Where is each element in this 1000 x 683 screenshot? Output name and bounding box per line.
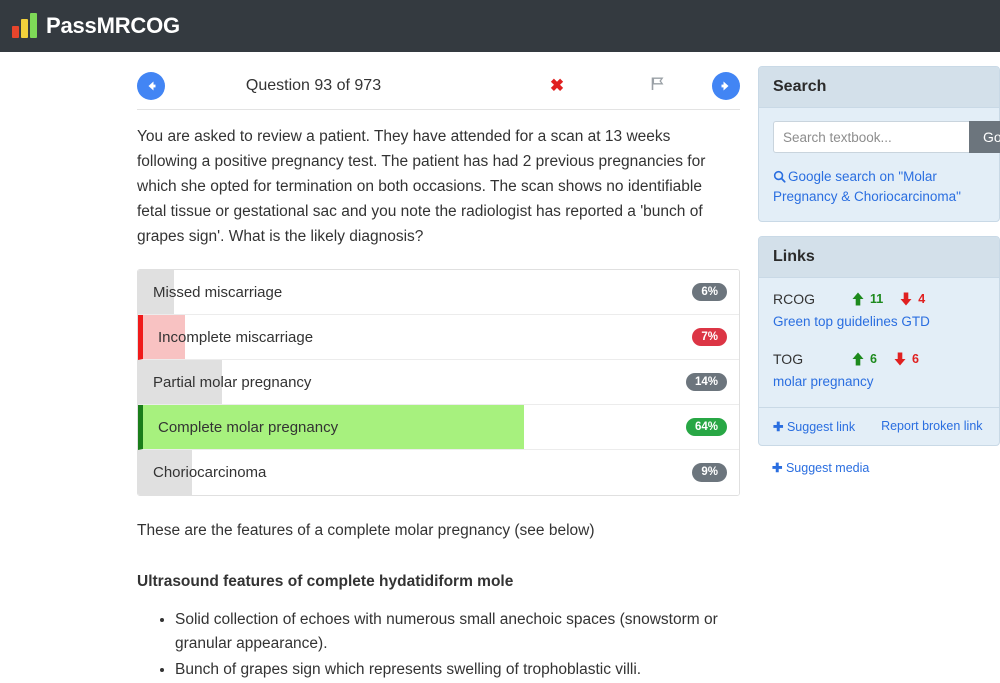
arrow-circle-right-icon: [721, 81, 729, 90]
links-panel-title: Links: [759, 237, 999, 278]
upvote-control[interactable]: 6: [851, 351, 877, 367]
answer-option-label: Complete molar pregnancy: [158, 418, 339, 436]
sidebar: Search Go Google search on "Molar Pregna…: [758, 52, 1000, 475]
link-source-row: TOG 6 6: [773, 351, 985, 367]
next-question-button[interactable]: [712, 71, 740, 100]
page-title: Question 93 of 973: [245, 76, 382, 94]
top-navbar: PassMRCOG: [0, 0, 1000, 52]
answer-option-neutral[interactable]: Missed miscarriage 6%: [138, 270, 739, 315]
search-panel-title: Search: [759, 67, 999, 108]
arrow-up-icon: [852, 292, 864, 306]
answer-option-percent-badge: 7%: [692, 327, 727, 347]
answer-option-correct[interactable]: Complete molar pregnancy 64%: [138, 405, 739, 450]
answer-option-percent-badge: 6%: [692, 282, 727, 302]
incorrect-cross-icon[interactable]: ✖: [512, 76, 602, 96]
answer-option-label: Choriocarcinoma: [153, 464, 267, 481]
bar-chart-logo-icon: [12, 13, 37, 38]
resource-link[interactable]: Green top guidelines GTD: [773, 314, 985, 329]
flag-outline-icon[interactable]: [602, 75, 712, 97]
explanation-heading: Ultrasound features of complete hydatidi…: [137, 573, 514, 590]
brand-name: PassMRCOG: [46, 13, 180, 38]
question-column: Question 93 of 973 ✖ You are asked to re…: [0, 52, 758, 683]
links-panel-body: RCOG 11 4 Green top guidelines GTD TOG 6 6 mola…: [759, 278, 999, 407]
search-go-button[interactable]: Go: [969, 121, 1000, 153]
link-source-label: TOG: [773, 351, 804, 367]
downvote-count: 6: [911, 352, 919, 366]
question-stem: You are asked to review a patient. They …: [137, 128, 706, 245]
answer-option-percent-badge: 64%: [685, 417, 727, 437]
explanation-bullet: Solid collection of echoes with numerous…: [175, 608, 740, 656]
arrow-up-icon: [852, 352, 864, 366]
explanation-section: These are the features of a complete mol…: [137, 518, 740, 683]
arrow-down-icon: [900, 292, 912, 306]
upvote-count: 6: [870, 352, 877, 366]
explanation-bullet: Bunch of grapes sign which represents sw…: [175, 658, 740, 682]
plus-icon: ✚: [772, 461, 783, 475]
magnifier-icon: [773, 170, 786, 183]
link-source-row: RCOG 11 4: [773, 291, 985, 307]
suggest-link-button[interactable]: ✚ Suggest link: [773, 419, 855, 434]
resource-link[interactable]: molar pregnancy: [773, 374, 985, 389]
question-header: Question 93 of 973 ✖: [137, 66, 740, 110]
downvote-control[interactable]: 6: [893, 351, 919, 367]
answer-option-wrong[interactable]: Incomplete miscarriage 7%: [138, 315, 739, 360]
answer-option-percent-badge: 9%: [692, 463, 727, 482]
search-panel: Search Go Google search on "Molar Pregna…: [758, 66, 1000, 222]
arrow-down-icon: [894, 352, 906, 366]
suggest-media-label: Suggest media: [785, 461, 870, 475]
answer-option-neutral[interactable]: Partial molar pregnancy 14%: [138, 360, 739, 405]
search-panel-body: Go Google search on "Molar Pregnancy & C…: [759, 108, 1000, 221]
plus-icon: ✚: [773, 420, 784, 434]
link-source-label: RCOG: [773, 291, 815, 307]
answer-option-label: Incomplete miscarriage: [158, 328, 314, 346]
page-body: Question 93 of 973 ✖ You are asked to re…: [0, 52, 1000, 683]
links-panel: Links RCOG 11 4 Green top guidelines GTD TOG…: [758, 236, 1000, 446]
downvote-control[interactable]: 4: [899, 291, 925, 307]
upvote-control[interactable]: 11: [851, 291, 883, 307]
upvote-count: 11: [870, 292, 884, 306]
google-search-link[interactable]: Google search on "Molar Pregnancy & Chor…: [773, 167, 985, 207]
suggest-link-label: Suggest link: [786, 420, 856, 434]
answer-option-label: Partial molar pregnancy: [153, 373, 312, 391]
report-broken-link-button[interactable]: Report broken link: [881, 419, 982, 434]
answer-options-list: Missed miscarriage 6% Incomplete miscarria…: [137, 269, 740, 496]
search-row: Go: [773, 121, 1000, 153]
links-panel-footer: ✚ Suggest link Report broken link: [759, 407, 999, 445]
answer-option-percent-badge: 14%: [685, 372, 727, 392]
google-search-link-label: Google search on "Molar Pregnancy & Chor…: [773, 169, 961, 204]
answer-option-label: Missed miscarriage: [153, 283, 283, 301]
explanation-intro: These are the features of a complete mol…: [137, 522, 595, 539]
search-input[interactable]: [773, 121, 969, 153]
suggest-media-button[interactable]: ✚ Suggest media: [758, 460, 1000, 475]
downvote-count: 4: [918, 292, 926, 306]
answer-option-neutral[interactable]: Choriocarcinoma 9%: [138, 450, 739, 495]
explanation-bullet-list: Solid collection of echoes with numerous…: [137, 608, 740, 683]
brand-logo[interactable]: PassMRCOG: [12, 13, 180, 39]
